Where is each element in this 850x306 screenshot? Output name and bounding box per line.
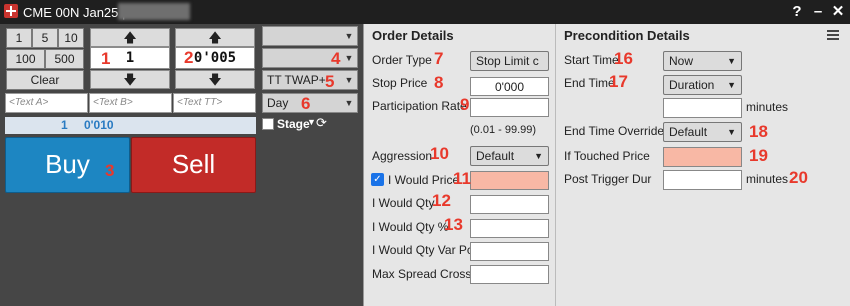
precondition-details-title: Precondition Details xyxy=(564,28,690,43)
end-time-minutes-input[interactable] xyxy=(663,98,742,118)
qty-up-button[interactable]: 🡅 xyxy=(90,28,170,47)
post-trigger-minutes-label: minutes xyxy=(746,172,789,186)
callout-13: 13 xyxy=(444,215,463,234)
price-down-button[interactable]: 🡇 xyxy=(175,70,255,89)
app-logo-icon xyxy=(4,4,18,18)
stage-checkbox[interactable] xyxy=(262,118,274,130)
order-details-title: Order Details xyxy=(372,28,454,43)
if-touched-price-label: If Touched Price xyxy=(564,149,650,163)
stop-price-input[interactable]: 0'000 xyxy=(470,77,549,96)
sell-button[interactable]: Sell xyxy=(131,137,256,193)
aggression-label: Aggression xyxy=(372,149,433,163)
trade-panel: 1 5 10 100 500 Clear 🡅 1 🡇 🡅 0'005 🡇 ▼ ▼… xyxy=(0,24,363,306)
callout-11: 11 xyxy=(453,169,471,188)
i-would-qty-var-pct-input[interactable] xyxy=(470,242,549,261)
i-would-qty-input[interactable] xyxy=(470,195,549,214)
i-would-qty-pct-input[interactable] xyxy=(470,219,549,238)
if-touched-price-input[interactable] xyxy=(663,147,742,167)
start-time-select[interactable]: Now ▼ xyxy=(663,51,742,71)
post-trigger-dur-input[interactable] xyxy=(663,170,742,190)
callout-20: 20 xyxy=(789,168,808,187)
callout-2: 2 xyxy=(184,48,194,67)
order-details-panel: Order Details Order Type Stop Limit c St… xyxy=(363,24,573,306)
aggression-select[interactable]: Default ▼ xyxy=(470,146,549,166)
end-time-label: End Time xyxy=(564,76,615,90)
refresh-icon[interactable]: ⟳ xyxy=(316,115,327,131)
end-time-override-label: End Time Override xyxy=(564,124,665,138)
i-would-qty-label: I Would Qty xyxy=(372,196,435,210)
menu-icon[interactable] xyxy=(827,30,839,40)
max-spread-cross-input[interactable] xyxy=(470,265,549,284)
callout-5: 5 xyxy=(325,72,335,91)
end-time-select[interactable]: Duration ▼ xyxy=(663,75,742,95)
callout-18: 18 xyxy=(749,122,768,141)
end-time-value: Duration xyxy=(669,78,715,92)
aggression-value: Default xyxy=(476,149,515,163)
tif-value: Day xyxy=(267,96,289,110)
text-tt-input[interactable]: <Text TT> xyxy=(173,93,256,113)
i-would-price-input[interactable] xyxy=(470,171,549,190)
qty-down-button[interactable]: 🡇 xyxy=(90,70,170,89)
callout-3: 3 xyxy=(105,161,115,180)
qty-5-button[interactable]: 5 xyxy=(32,28,58,48)
i-would-price-label: I Would Price xyxy=(388,173,460,187)
end-time-override-select[interactable]: Default ▼ xyxy=(663,122,742,142)
callout-16: 16 xyxy=(614,49,633,68)
i-would-qty-pct-label: I Would Qty % xyxy=(372,220,449,234)
max-spread-cross-label: Max Spread Cross xyxy=(372,267,472,281)
close-button[interactable]: ✕ xyxy=(830,3,846,20)
callout-19: 19 xyxy=(749,146,768,165)
qty-500-button[interactable]: 500 xyxy=(45,49,84,69)
redacted-title-block xyxy=(118,3,190,20)
text-a-input[interactable]: <Text A> xyxy=(5,93,88,113)
callout-8: 8 xyxy=(434,73,444,92)
post-trigger-dur-label: Post Trigger Dur xyxy=(564,172,652,186)
minimize-button[interactable]: – xyxy=(810,3,826,20)
help-button[interactable]: ? xyxy=(789,3,805,20)
callout-10: 10 xyxy=(430,144,449,163)
end-time-override-value: Default xyxy=(669,125,708,139)
precondition-details-panel: Precondition Details Start Time Now ▼ End… xyxy=(555,24,850,306)
start-time-value: Now xyxy=(669,54,694,68)
stage-label: Stage xyxy=(277,117,310,131)
strategy-value: TT TWAP+ xyxy=(267,73,326,87)
order-type-label: Order Type xyxy=(372,53,432,67)
callout-1: 1 xyxy=(101,49,111,68)
qty-100-button[interactable]: 100 xyxy=(6,49,45,69)
order-ticket-window: CME 00N Jan25 | ? – ✕ 1 5 10 100 500 Cle… xyxy=(0,0,850,306)
strategy-select[interactable]: TT TWAP+ ▼ xyxy=(262,70,358,90)
price-up-button[interactable]: 🡅 xyxy=(175,28,255,47)
participation-rate-label: Participation Rate xyxy=(372,99,467,113)
order-type-select[interactable]: Stop Limit c xyxy=(470,51,549,71)
participation-rate-hint: (0.01 - 99.99) xyxy=(470,124,537,136)
i-would-price-checkbox[interactable]: ✓ xyxy=(371,173,384,186)
callout-7: 7 xyxy=(434,49,444,68)
callout-4: 4 xyxy=(331,49,341,68)
callout-6: 6 xyxy=(301,94,311,113)
order-type-value: Stop Limit c xyxy=(476,54,539,68)
stage-dropdown-icon[interactable]: ▼ xyxy=(307,117,316,127)
end-time-minutes-label: minutes xyxy=(746,100,789,114)
account-select[interactable]: ▼ xyxy=(262,26,358,46)
callout-12: 12 xyxy=(432,191,451,210)
qty-10-button[interactable]: 10 xyxy=(58,28,84,48)
stop-price-label: Stop Price xyxy=(372,76,428,90)
callout-9: 9 xyxy=(460,95,470,114)
start-time-label: Start Time xyxy=(564,53,619,67)
text-b-input[interactable]: <Text B> xyxy=(89,93,172,113)
participation-rate-input[interactable] xyxy=(470,98,549,117)
broker-select[interactable]: ▼ xyxy=(262,48,358,68)
window-title: CME 00N Jan25 | xyxy=(23,5,126,20)
callout-17: 17 xyxy=(609,72,628,91)
clear-button[interactable]: Clear xyxy=(6,70,84,90)
i-would-qty-var-pct-label: I Would Qty Var Pct xyxy=(372,243,477,257)
qty-1-button[interactable]: 1 xyxy=(6,28,32,48)
position-bar: 1 0'010 xyxy=(5,117,256,134)
position-qty: 1 xyxy=(61,118,68,132)
position-price: 0'010 xyxy=(84,118,114,132)
title-bar: CME 00N Jan25 | ? – ✕ xyxy=(0,0,850,24)
